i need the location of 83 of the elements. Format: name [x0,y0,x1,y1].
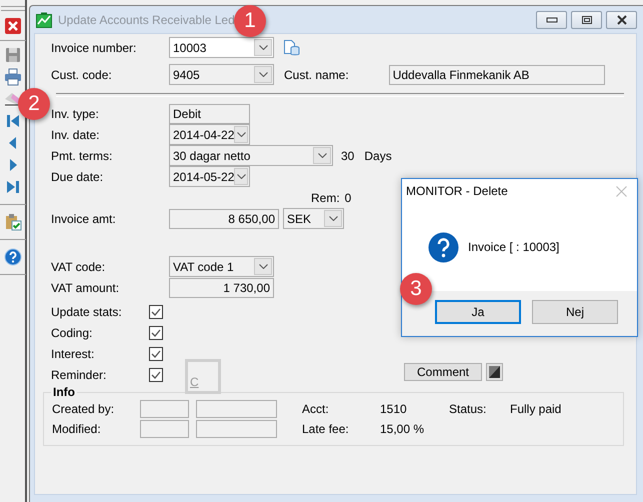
chevron-icon [258,45,268,50]
vat-code-combo[interactable]: VAT code 1 [169,256,274,277]
restore-icon [580,14,592,24]
date-combo[interactable]: 2014-05-22 [169,166,250,187]
status-value: Fully paid [510,402,562,416]
field-label: Cust. name: [284,68,349,82]
dropdown-button[interactable] [254,66,272,83]
comment-button[interactable]: Comment [404,363,482,381]
step-marker: 2 [18,88,50,120]
dropdown-button[interactable] [234,126,248,143]
chart-icon [36,12,52,28]
dialog-title: MONITOR - Delete [406,184,508,198]
field-label: Status: [449,402,488,416]
dropdown-button[interactable] [324,210,342,227]
customer-name-field[interactable]: Uddevalla Finmekanik AB [388,64,605,84]
checkbox[interactable] [149,368,163,382]
close-button[interactable] [606,10,637,28]
field-label: Invoice amt: [51,212,117,226]
checkbox[interactable] [149,346,163,360]
days-unit: Days [364,148,392,162]
days-value: 30 [341,148,354,162]
date-combo[interactable]: 2014-04-22 [169,124,250,145]
type-field[interactable]: Debit [169,104,250,124]
invoice-number-combo[interactable]: 10003 [169,37,274,58]
chevron-icon [236,132,246,137]
terms-combo[interactable]: 30 dagar netto [169,145,333,166]
account-value: 1510 [380,402,408,416]
field-label: Acct: [302,402,330,416]
field-label: Inv. date: [51,128,100,142]
checkbox[interactable] [149,326,163,340]
dropdown-button[interactable] [254,258,272,275]
field-label: Inv. type: [51,106,100,120]
restore-button[interactable] [571,10,602,28]
dropdown-button[interactable] [254,39,272,56]
chevron-icon [258,264,268,269]
checkbox[interactable] [149,304,163,318]
field-label: Interest: [51,346,96,360]
square-button[interactable] [486,363,503,381]
chevron-icon [258,72,268,77]
created-by-field[interactable] [140,400,189,418]
modified-date-field[interactable] [196,420,277,438]
minimize-button[interactable] [536,10,567,28]
info-heading: Info [52,385,76,399]
field-label: Created by: [52,402,116,416]
chevron-icon [318,153,326,158]
square-icon [489,366,500,378]
dropdown-button[interactable] [234,168,248,185]
chevron-icon [328,216,338,221]
field-label: Due date: [51,170,104,184]
question-icon [428,232,459,262]
created-date-field[interactable] [196,400,277,418]
dialog-button[interactable]: Nej [532,300,618,324]
remaining-label: Rem: [311,190,340,204]
field-label: Coding: [51,326,94,340]
close-icon [616,14,628,24]
field-label: Late fee: [302,422,350,436]
field-label: Cust. code: [51,68,113,82]
help-icon[interactable] [4,248,22,266]
field-label: VAT amount: [51,280,120,294]
field-label: Reminder: [51,368,108,382]
window-title: Update Accounts Receivable Led [58,12,235,26]
modified-by-field[interactable] [140,420,189,438]
late-fee-value: 15,00 % [380,422,426,436]
document-database-icon[interactable] [283,39,300,56]
remaining-value: 0 [344,190,352,204]
close-icon[interactable] [4,17,22,35]
customer-code-combo[interactable]: 9405 [169,64,274,85]
dialog-button[interactable]: Ja [435,300,521,324]
clipboard-check-icon[interactable] [4,213,22,231]
field-label: VAT code: [51,260,106,274]
field-label: Invoice number: [51,40,138,54]
dialog-message: Invoice [ : 10003] [468,240,560,254]
chevron-icon [236,174,246,179]
field-label: Update stats: [51,304,123,318]
currency-combo[interactable]: SEK [283,208,344,229]
dropdown-button[interactable] [313,147,331,164]
field-label: Pmt. terms: [51,148,114,162]
amount-field[interactable]: 8 650,00 [169,208,279,228]
vat-amount-field[interactable]: 1 730,00 [169,278,274,298]
save-icon[interactable] [4,46,22,64]
field-label: Modified: [52,422,102,436]
printer-icon[interactable] [4,68,22,86]
minimize-icon [546,16,558,22]
